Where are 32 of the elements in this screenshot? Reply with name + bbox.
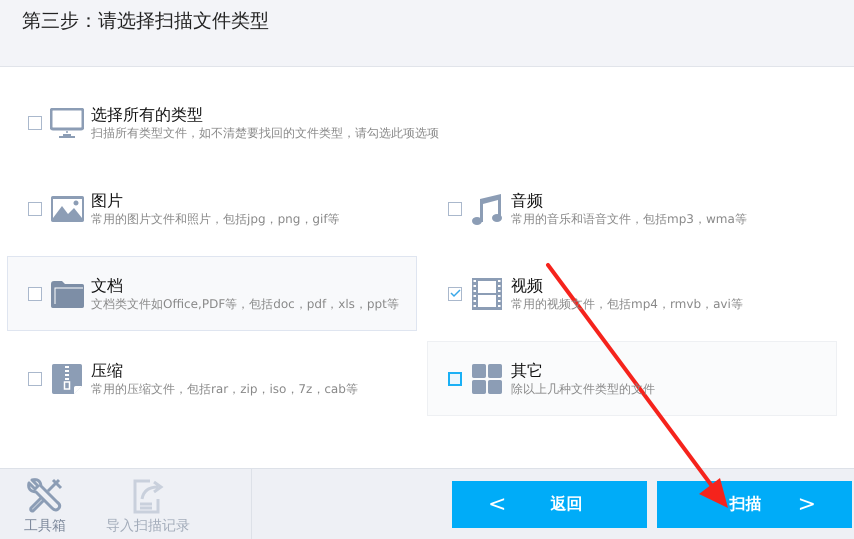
- option-card[interactable]: 图片 常用的图片文件和照片，包括jpg，png，gif等: [7, 171, 417, 246]
- option-title: 选择所有的类型: [91, 105, 204, 125]
- monitor-icon: [50, 108, 84, 138]
- music-note-icon: [471, 192, 503, 224]
- option-description: 常用的音乐和语音文件，包括mp3，wma等: [511, 210, 747, 226]
- folder-icon: [50, 280, 84, 308]
- checkbox[interactable]: [28, 286, 42, 300]
- option-card[interactable]: 文档 文档类文件如Office,PDF等，包括doc，pdf，xls，ppt等: [7, 256, 417, 331]
- checkbox[interactable]: [28, 372, 42, 386]
- grid-icon: [472, 364, 502, 394]
- option-title: 压缩: [91, 360, 124, 380]
- option-description: 文档类文件如Office,PDF等，包括doc，pdf，xls，ppt等: [91, 296, 399, 312]
- checkbox[interactable]: [448, 286, 462, 300]
- zip-file-icon: [52, 364, 82, 394]
- option-title: 视频: [511, 276, 544, 296]
- tools-icon: [26, 477, 64, 515]
- checkbox[interactable]: [448, 202, 462, 216]
- option-title: 其它: [511, 360, 544, 380]
- film-icon: [472, 278, 502, 310]
- option-card[interactable]: 压缩 常用的压缩文件，包括rar，zip，iso，7z，cab等: [7, 341, 417, 416]
- option-description: 常用的图片文件和照片，包括jpg，png，gif等: [91, 210, 340, 226]
- option-title: 音频: [511, 190, 544, 210]
- checkbox[interactable]: [448, 372, 462, 386]
- checkbox[interactable]: [28, 202, 42, 216]
- image-icon: [50, 196, 84, 222]
- option-title: 图片: [91, 190, 124, 210]
- option-description: 扫描所有类型文件，如不清楚要找回的文件类型，请勾选此项选项: [91, 125, 439, 141]
- checkbox[interactable]: [28, 116, 42, 130]
- option-title: 文档: [91, 276, 124, 296]
- step-title: 第三步：请选择扫描文件类型: [22, 9, 270, 34]
- option-card[interactable]: 音频 常用的音乐和语音文件，包括mp3，wma等: [427, 171, 837, 246]
- option-description: 常用的压缩文件，包括rar，zip，iso，7z，cab等: [91, 380, 358, 396]
